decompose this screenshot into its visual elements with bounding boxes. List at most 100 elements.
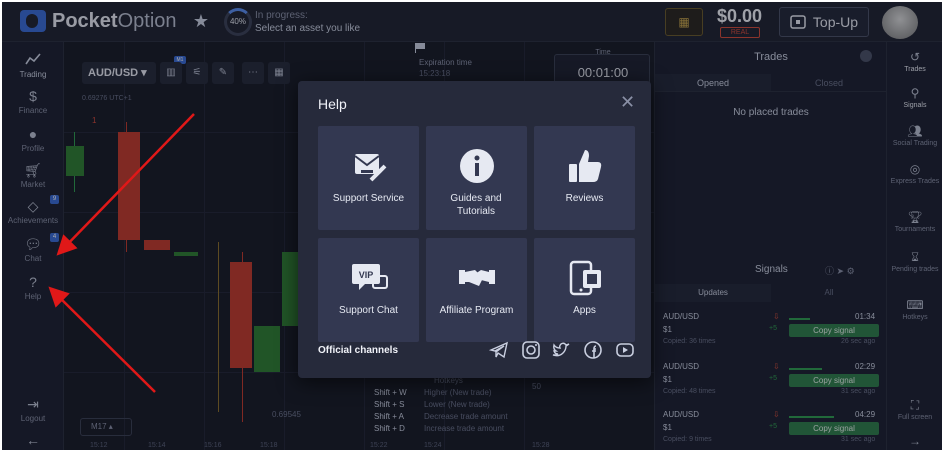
dollar-icon: $ bbox=[29, 88, 37, 104]
hotkeys-panel: Hotkeys Shift + W Higher (New trade) Shif… bbox=[374, 376, 532, 433]
sidebar-item-label: Help bbox=[24, 292, 42, 301]
sidebar-item-label: Tournaments bbox=[894, 226, 936, 233]
sidebar-item-label: Social Trading bbox=[892, 140, 938, 147]
copy-signal-button[interactable]: Copy signal bbox=[789, 374, 879, 387]
trades-settings-icon[interactable] bbox=[860, 50, 872, 62]
hotkey-row: Shift + D Increase trade amount bbox=[374, 424, 505, 433]
signal-time: 02:29 bbox=[855, 362, 876, 371]
sidebar-item-label: Market bbox=[20, 180, 46, 189]
period-button[interactable]: M17 ▴ bbox=[80, 418, 132, 436]
sidebar-item-help[interactable]: ? Help bbox=[2, 274, 64, 301]
copy-signal-button[interactable]: Copy signal bbox=[789, 324, 879, 337]
candle bbox=[174, 252, 198, 256]
progress-title: In progress: bbox=[255, 10, 308, 21]
signal-amount: $1 bbox=[663, 423, 672, 432]
signal-pair: AUD/USD bbox=[663, 362, 700, 371]
sidebar-item-profile[interactable]: ● Profile bbox=[2, 126, 64, 153]
help-icon[interactable]: ⓘ bbox=[825, 266, 834, 276]
pocket-option-logo-icon[interactable] bbox=[20, 10, 46, 32]
twitter-icon[interactable] bbox=[551, 340, 571, 360]
sidebar-item-trading[interactable]: Trading bbox=[2, 52, 64, 79]
signal-time: 04:29 bbox=[855, 410, 876, 419]
time-value[interactable]: 00:01:00 bbox=[555, 65, 651, 80]
drawing-tool-icon[interactable]: ✎ bbox=[212, 62, 234, 84]
signals-header-icons[interactable]: ⓘ ➤ ⚙ bbox=[825, 264, 855, 277]
x-tick: 15:14 bbox=[148, 442, 166, 449]
candle bbox=[66, 146, 84, 176]
reviews-tile[interactable]: Reviews bbox=[534, 126, 635, 230]
left-sidebar: Trading $ Finance ● Profile 🛒︎ Market ◇ … bbox=[2, 42, 64, 450]
top-up-button[interactable]: Top-Up bbox=[779, 7, 869, 37]
youtube-icon[interactable] bbox=[615, 340, 635, 360]
sidebar-item-finance[interactable]: $ Finance bbox=[2, 88, 64, 115]
price-tag: 0.69276 UTC+1 bbox=[82, 95, 132, 102]
x-tick: 15:12 bbox=[90, 442, 108, 449]
sidebar-item-label: Pending trades bbox=[891, 266, 939, 273]
logo-text[interactable]: PocketOption bbox=[52, 10, 177, 33]
signal-progress-bar bbox=[789, 318, 810, 320]
more-options-icon[interactable]: ⋯ bbox=[242, 62, 264, 84]
hotkey-row: Shift + A Decrease trade amount bbox=[374, 412, 508, 421]
signal-time: 01:34 bbox=[855, 312, 876, 321]
instagram-icon[interactable] bbox=[521, 340, 541, 360]
affiliate-program-tile[interactable]: Affiliate Program bbox=[426, 238, 527, 342]
support-service-tile[interactable]: Support Service bbox=[318, 126, 419, 230]
close-icon[interactable]: ✕ bbox=[620, 93, 635, 111]
sidebar-item-label: Logout bbox=[20, 414, 46, 423]
candle bbox=[254, 326, 280, 372]
support-chat-label: Support Chat bbox=[339, 305, 398, 316]
account-icon[interactable]: ▦ bbox=[665, 8, 703, 36]
support-service-label: Support Service bbox=[332, 193, 405, 204]
gear-icon[interactable]: ⚙ bbox=[847, 266, 855, 276]
asset-selector[interactable]: AUD/USD ▾ bbox=[82, 62, 156, 84]
sidebar-item-hotkeys[interactable]: ⌨ Hotkeys bbox=[887, 298, 942, 322]
question-circle-icon: ? bbox=[29, 274, 37, 290]
sidebar-item-express-trades[interactable]: ◎ Express Trades bbox=[887, 162, 942, 186]
sidebar-item-pending-trades[interactable]: ⌛︎ Pending trades bbox=[887, 250, 942, 274]
expiration-label: Expiration time bbox=[419, 58, 472, 67]
tab-updates[interactable]: Updates bbox=[655, 284, 771, 302]
tab-closed[interactable]: Closed bbox=[771, 74, 887, 91]
tab-all[interactable]: All bbox=[771, 284, 887, 302]
expand-arrow-icon[interactable]: → bbox=[887, 434, 942, 448]
sidebar-item-signals[interactable]: ⚲ Signals bbox=[887, 86, 942, 110]
pocket-option-window: PocketOption ★ 40% In progress: Select a… bbox=[2, 2, 942, 450]
balance-value[interactable]: $0.00 bbox=[717, 6, 762, 27]
chart-type-icon[interactable]: ▥ bbox=[160, 62, 182, 84]
facebook-icon[interactable] bbox=[583, 340, 603, 360]
signal-copied: Copied: 48 times bbox=[663, 388, 716, 395]
user-avatar[interactable] bbox=[882, 6, 918, 39]
support-chat-tile[interactable]: VIP Support Chat bbox=[318, 238, 419, 342]
sidebar-item-tournaments[interactable]: 🏆︎ Tournaments bbox=[887, 210, 942, 234]
indicators-icon[interactable]: ⚟ bbox=[186, 62, 208, 84]
copy-signal-button[interactable]: Copy signal bbox=[789, 422, 879, 435]
guides-tutorials-label: Guides and Tutorials bbox=[450, 193, 502, 217]
grid-layout-icon[interactable]: ▦ bbox=[268, 62, 290, 84]
official-channels-label: Official channels bbox=[318, 345, 399, 356]
sidebar-item-logout[interactable]: ⇥ Logout bbox=[2, 396, 64, 423]
sidebar-item-market[interactable]: 🛒︎ Market bbox=[2, 162, 64, 189]
hourglass-icon: ⌛︎ bbox=[911, 250, 919, 264]
progress-ring[interactable]: 40% bbox=[224, 8, 252, 36]
apps-tile[interactable]: Apps bbox=[534, 238, 635, 342]
support-service-icon bbox=[318, 146, 419, 186]
tab-opened[interactable]: Opened bbox=[655, 74, 771, 91]
trades-tabs: Opened Closed bbox=[655, 74, 887, 92]
sidebar-item-label: Profile bbox=[21, 144, 45, 153]
signal-progress-bar bbox=[789, 416, 834, 418]
telegram-icon[interactable]: ➤ bbox=[837, 266, 845, 276]
signals-title: Signals bbox=[755, 264, 788, 275]
guides-tutorials-tile[interactable]: Guides and Tutorials bbox=[426, 126, 527, 230]
candle-marker: 1 bbox=[92, 116, 97, 125]
signal-pair: AUD/USD bbox=[663, 410, 700, 419]
sidebar-item-full-screen[interactable]: ⛶ Full screen bbox=[887, 398, 942, 422]
trades-panel: Trades Opened Closed No placed trades bbox=[654, 42, 887, 258]
people-icon: 👥︎ bbox=[907, 124, 923, 138]
telegram-icon[interactable] bbox=[489, 340, 509, 360]
collapse-arrow-icon[interactable]: ← bbox=[2, 432, 64, 448]
sidebar-item-trades[interactable]: ↺ Trades bbox=[887, 50, 942, 74]
sidebar-item-label: Trading bbox=[19, 70, 47, 79]
x-tick: 15:22 bbox=[370, 442, 388, 449]
favorites-star-icon[interactable]: ★ bbox=[190, 10, 212, 32]
sidebar-item-social-trading[interactable]: 👥︎ Social Trading bbox=[887, 124, 942, 148]
